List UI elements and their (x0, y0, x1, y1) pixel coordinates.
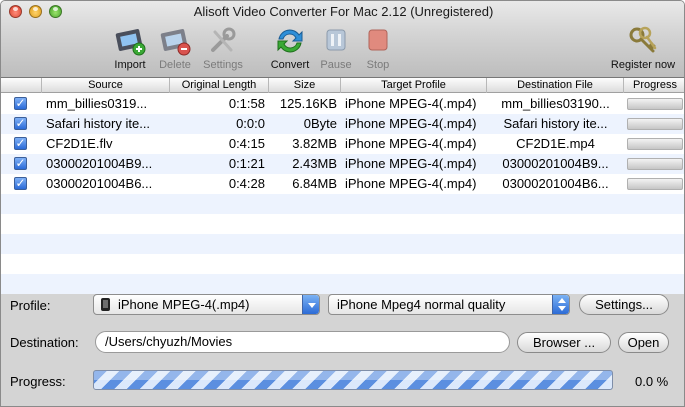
stop-button[interactable]: Stop (350, 26, 406, 76)
column-header-source[interactable]: Source (42, 78, 170, 93)
table-rows: ✓ mm_billies0319... 0:1:58 125.16KB iPho… (1, 94, 684, 294)
progress-percent: 0.0 % (635, 374, 669, 389)
up-down-arrows-icon (552, 295, 569, 314)
row-progress-bar (627, 98, 683, 110)
row-length: 0:1:21 (228, 156, 265, 171)
row-destination: 03000201004B9... (502, 156, 609, 171)
app-window: Alisoft Video Converter For Mac 2.12 (Un… (0, 0, 685, 407)
row-destination: Safari history ite... (503, 116, 608, 131)
row-checkbox[interactable]: ✓ (14, 157, 27, 170)
row-progress-bar (627, 138, 683, 150)
profile-select-value: iPhone MPEG-4(.mp4) (118, 297, 250, 312)
row-length: 0:4:28 (228, 176, 265, 191)
settings-toolbar-button[interactable]: Settings (195, 26, 251, 76)
row-profile: iPhone MPEG-4(.mp4) (345, 156, 477, 171)
column-header-check[interactable] (1, 78, 42, 93)
table-row[interactable]: ✓ CF2D1E.flv 0:4:15 3.82MB iPhone MPEG-4… (1, 134, 684, 154)
column-header-length[interactable]: Original Length (170, 78, 269, 93)
settings-button[interactable]: Settings... (579, 294, 669, 315)
row-size: 6.84MB (292, 176, 337, 191)
register-button[interactable]: Register now (605, 26, 681, 76)
settings-toolbar-label: Settings (203, 59, 243, 71)
keys-icon (627, 26, 659, 56)
profile-select[interactable]: iPhone MPEG-4(.mp4) (93, 294, 320, 315)
table-row[interactable]: ✓ 03000201004B6... 0:4:28 6.84MB iPhone … (1, 174, 684, 194)
open-button[interactable]: Open (618, 332, 669, 353)
row-destination: CF2D1E.mp4 (516, 136, 595, 151)
window-title: Alisoft Video Converter For Mac 2.12 (Un… (193, 4, 494, 19)
iphone-icon (101, 298, 110, 311)
pause-icon (320, 26, 352, 56)
row-profile: iPhone MPEG-4(.mp4) (345, 96, 477, 111)
row-profile: iPhone MPEG-4(.mp4) (345, 136, 477, 151)
film-remove-icon (159, 26, 191, 56)
film-add-icon (114, 26, 146, 56)
destination-label: Destination: (10, 335, 79, 350)
empty-row (1, 214, 684, 234)
row-length: 0:1:58 (228, 96, 265, 111)
row-checkbox[interactable]: ✓ (14, 137, 27, 150)
table-header: Source Original Length Size Target Profi… (1, 78, 684, 93)
profile-label: Profile: (10, 298, 51, 313)
row-source: mm_billies0319... (46, 96, 148, 111)
row-length: 0:4:15 (228, 136, 265, 151)
row-length: 0:0:0 (236, 116, 265, 131)
row-source: Safari history ite... (46, 116, 151, 131)
quality-select[interactable]: iPhone Mpeg4 normal quality (328, 294, 570, 315)
destination-input[interactable]: /Users/chyuzh/Movies (95, 331, 510, 353)
row-profile: iPhone MPEG-4(.mp4) (345, 116, 477, 131)
column-header-target-profile[interactable]: Target Profile (341, 78, 487, 93)
row-size: 125.16KB (279, 96, 337, 111)
row-checkbox[interactable]: ✓ (14, 97, 27, 110)
overall-progress-bar (93, 370, 613, 390)
empty-row (1, 234, 684, 254)
row-checkbox[interactable]: ✓ (14, 177, 27, 190)
row-destination: mm_billies03190... (501, 96, 610, 111)
empty-row (1, 274, 684, 294)
convert-arrows-icon (274, 26, 306, 56)
row-progress-bar (627, 118, 683, 130)
row-size: 3.82MB (292, 136, 337, 151)
stop-icon (362, 26, 394, 56)
tools-icon (207, 26, 239, 56)
register-label: Register now (610, 59, 676, 71)
column-header-destination[interactable]: Destination File (487, 78, 624, 93)
empty-row (1, 254, 684, 274)
table-row[interactable]: ✓ Safari history ite... 0:0:0 0Byte iPho… (1, 114, 684, 134)
browser-button[interactable]: Browser ... (517, 332, 611, 353)
row-source: CF2D1E.flv (46, 136, 113, 151)
column-header-size[interactable]: Size (269, 78, 341, 93)
row-size: 2.43MB (292, 156, 337, 171)
row-progress-bar (627, 178, 683, 190)
title-bar: Alisoft Video Converter For Mac 2.12 (Un… (1, 1, 684, 78)
quality-select-value: iPhone Mpeg4 normal quality (337, 297, 506, 312)
row-profile: iPhone MPEG-4(.mp4) (345, 176, 477, 191)
progress-label: Progress: (10, 374, 66, 389)
row-source: 03000201004B9... (46, 156, 153, 171)
row-source: 03000201004B6... (46, 176, 153, 191)
empty-row (1, 194, 684, 214)
table-row[interactable]: ✓ mm_billies0319... 0:1:58 125.16KB iPho… (1, 94, 684, 114)
row-destination: 03000201004B6... (502, 176, 609, 191)
column-header-progress[interactable]: Progress (624, 78, 684, 93)
stop-label: Stop (366, 59, 390, 71)
row-size: 0Byte (303, 116, 337, 131)
chevron-down-icon (302, 295, 319, 314)
row-checkbox[interactable]: ✓ (14, 117, 27, 130)
file-table: Source Original Length Size Target Profi… (1, 78, 684, 294)
row-progress-bar (627, 158, 683, 170)
table-row[interactable]: ✓ 03000201004B9... 0:1:21 2.43MB iPhone … (1, 154, 684, 174)
